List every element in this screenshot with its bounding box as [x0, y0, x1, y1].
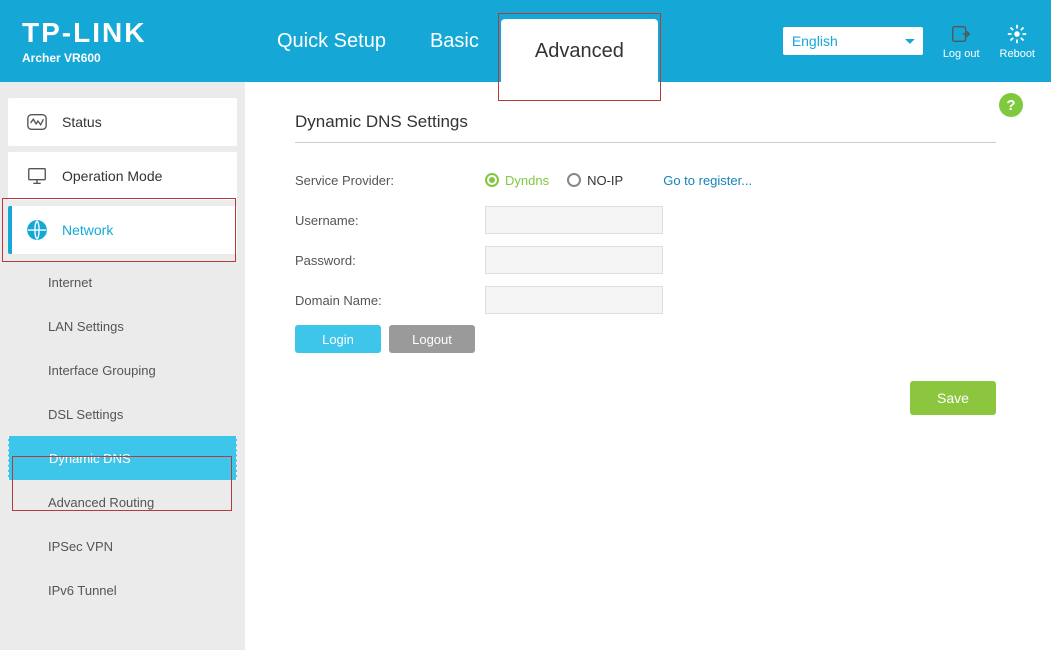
sidebar-item-label: Internet — [48, 275, 92, 290]
sidebar: Status Operation Mode Network Internet L… — [0, 82, 245, 650]
label-domain: Domain Name: — [295, 293, 485, 308]
logout-button[interactable]: Log out — [943, 23, 980, 60]
help-icon: ? — [1006, 97, 1015, 114]
header-bar: TP-LINK Archer VR600 Quick Setup Basic A… — [0, 0, 1051, 82]
row-domain: Domain Name: — [295, 285, 996, 315]
language-select[interactable]: English — [783, 27, 923, 55]
label-username: Username: — [295, 213, 485, 228]
radio-dyndns[interactable]: Dyndns — [485, 173, 549, 188]
globe-icon — [26, 219, 48, 241]
sidebar-item-status[interactable]: Status — [8, 98, 237, 146]
sidebar-item-label: Network — [62, 222, 113, 238]
radio-circle-icon — [567, 173, 581, 187]
reboot-icon — [1006, 23, 1028, 45]
login-logout-row: Login Logout — [295, 325, 996, 353]
logo-box: TP-LINK Archer VR600 — [0, 0, 255, 82]
username-input[interactable] — [485, 206, 663, 234]
logout-label: Log out — [943, 48, 980, 60]
register-link[interactable]: Go to register... — [663, 173, 752, 188]
sidebar-item-label: Advanced Routing — [48, 495, 154, 510]
service-provider-radios: Dyndns NO-IP Go to register... — [485, 173, 752, 188]
main-layout: Status Operation Mode Network Internet L… — [0, 82, 1051, 650]
reboot-label: Reboot — [1000, 48, 1035, 60]
sidebar-item-label: DSL Settings — [48, 407, 123, 422]
sidebar-sub-lan[interactable]: LAN Settings — [0, 304, 245, 348]
sidebar-item-label: IPSec VPN — [48, 539, 113, 554]
sidebar-item-operation-mode[interactable]: Operation Mode — [8, 152, 237, 200]
sidebar-item-label: Dynamic DNS — [49, 451, 131, 466]
status-icon — [26, 111, 48, 133]
login-button[interactable]: Login — [295, 325, 381, 353]
sidebar-sub-ipv6-tunnel[interactable]: IPv6 Tunnel — [0, 568, 245, 612]
radio-label: Dyndns — [505, 173, 549, 188]
logout-icon — [950, 23, 972, 45]
monitor-icon — [26, 165, 48, 187]
radio-circle-icon — [485, 173, 499, 187]
label-password: Password: — [295, 253, 485, 268]
sidebar-sub-internet[interactable]: Internet — [0, 260, 245, 304]
sidebar-item-label: IPv6 Tunnel — [48, 583, 117, 598]
help-button[interactable]: ? — [999, 93, 1023, 117]
reboot-button[interactable]: Reboot — [1000, 23, 1035, 60]
brand-logo: TP-LINK — [22, 17, 146, 49]
row-service-provider: Service Provider: Dyndns NO-IP Go to reg… — [295, 165, 996, 195]
sidebar-sub-advanced-routing[interactable]: Advanced Routing — [0, 480, 245, 524]
top-nav: Quick Setup Basic Advanced — [255, 0, 658, 82]
content-panel: ? Dynamic DNS Settings Service Provider:… — [245, 82, 1051, 650]
save-row: Save — [295, 381, 996, 415]
page-title: Dynamic DNS Settings — [295, 112, 996, 132]
model-label: Archer VR600 — [22, 51, 101, 65]
divider — [295, 142, 996, 143]
domain-input[interactable] — [485, 286, 663, 314]
sidebar-sub-interface-grouping[interactable]: Interface Grouping — [0, 348, 245, 392]
save-button[interactable]: Save — [910, 381, 996, 415]
tab-advanced[interactable]: Advanced — [501, 19, 658, 83]
sidebar-item-label: LAN Settings — [48, 319, 124, 334]
tab-basic[interactable]: Basic — [408, 0, 501, 82]
sidebar-network-submenu: Internet LAN Settings Interface Grouping… — [0, 260, 245, 612]
sidebar-sub-ipsec-vpn[interactable]: IPSec VPN — [0, 524, 245, 568]
row-username: Username: — [295, 205, 996, 235]
sidebar-item-label: Status — [62, 114, 102, 130]
sidebar-item-label: Interface Grouping — [48, 363, 156, 378]
tab-quick-setup[interactable]: Quick Setup — [255, 0, 408, 82]
radio-label: NO-IP — [587, 173, 623, 188]
label-service-provider: Service Provider: — [295, 173, 485, 188]
logout-form-button[interactable]: Logout — [389, 325, 475, 353]
row-password: Password: — [295, 245, 996, 275]
sidebar-item-network[interactable]: Network — [8, 206, 237, 254]
sidebar-item-label: Operation Mode — [62, 168, 162, 184]
radio-noip[interactable]: NO-IP — [567, 173, 623, 188]
header-right-controls: English Log out Reboot — [783, 0, 1035, 82]
sidebar-sub-dynamic-dns[interactable]: Dynamic DNS — [8, 436, 237, 480]
sidebar-sub-dsl[interactable]: DSL Settings — [0, 392, 245, 436]
password-input[interactable] — [485, 246, 663, 274]
